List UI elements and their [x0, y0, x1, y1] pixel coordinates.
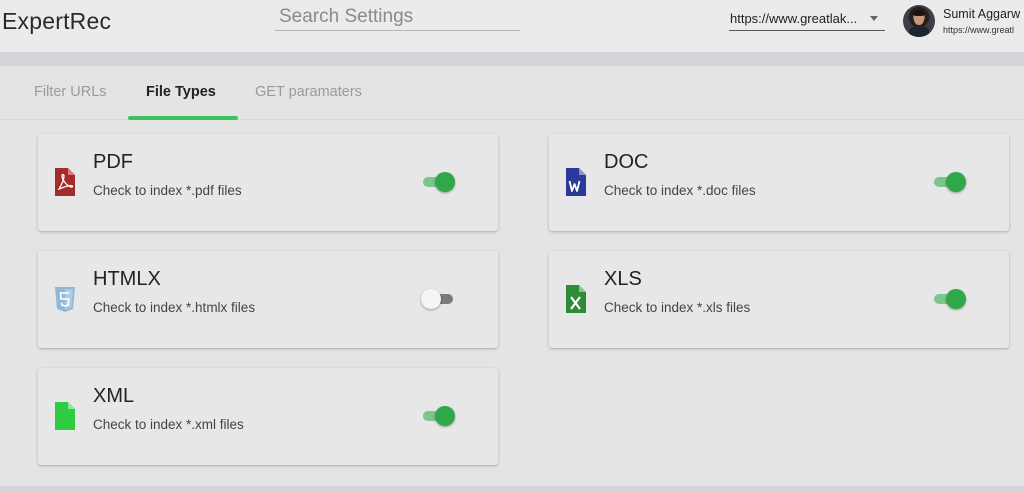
file-type-card-xls: XLS Check to index *.xls files	[549, 251, 1009, 348]
file-type-card-htmlx: HTMLX Check to index *.htmlx files	[38, 251, 498, 348]
search-field[interactable]	[275, 3, 520, 31]
file-type-card-pdf: PDF Check to index *.pdf files	[38, 134, 498, 231]
file-type-title: HTMLX	[93, 268, 161, 290]
html5-icon	[55, 287, 75, 312]
pdf-toggle[interactable]	[421, 172, 455, 192]
site-selector[interactable]: https://www.greatlak...	[729, 6, 885, 31]
xml-toggle[interactable]	[421, 406, 455, 426]
user-name: Sumit Aggarw	[943, 7, 1021, 21]
doc-toggle[interactable]	[932, 172, 966, 192]
avatar[interactable]	[903, 5, 935, 37]
site-selector-value: https://www.greatlak...	[730, 10, 858, 26]
word-file-icon	[566, 168, 586, 196]
file-type-title: PDF	[93, 151, 133, 173]
file-type-description: Check to index *.xml files	[93, 417, 244, 432]
active-tab-indicator	[128, 116, 238, 120]
tab-file-types[interactable]: File Types	[146, 84, 216, 100]
file-type-title: XLS	[604, 268, 642, 290]
excel-file-icon	[566, 285, 586, 313]
file-type-title: XML	[93, 385, 135, 407]
user-site-url: https://www.greatl	[943, 25, 1015, 35]
tab-get-parameters[interactable]: GET paramaters	[255, 84, 362, 100]
file-type-title: DOC	[604, 151, 649, 173]
xls-toggle[interactable]	[932, 289, 966, 309]
chevron-down-icon	[870, 15, 878, 21]
settings-tabs: Filter URLs File Types GET paramaters	[0, 66, 1024, 120]
xml-file-icon	[55, 402, 75, 430]
file-type-card-xml: XML Check to index *.xml files	[38, 368, 498, 465]
file-type-card-doc: DOC Check to index *.doc files	[549, 134, 1009, 231]
htmlx-toggle[interactable]	[421, 289, 455, 309]
top-bar: ExpertRec https://www.greatlak... Sumit …	[0, 0, 1024, 52]
tab-filter-urls[interactable]: Filter URLs	[34, 84, 107, 100]
footer-divider	[0, 486, 1024, 492]
header-divider	[0, 52, 1024, 66]
file-type-description: Check to index *.pdf files	[93, 183, 242, 198]
file-type-description: Check to index *.doc files	[604, 183, 756, 198]
search-input[interactable]	[275, 3, 520, 30]
pdf-file-icon	[55, 168, 75, 196]
file-type-description: Check to index *.htmlx files	[93, 300, 256, 315]
app-logo[interactable]: ExpertRec	[2, 8, 111, 35]
file-type-description: Check to index *.xls files	[604, 300, 751, 315]
